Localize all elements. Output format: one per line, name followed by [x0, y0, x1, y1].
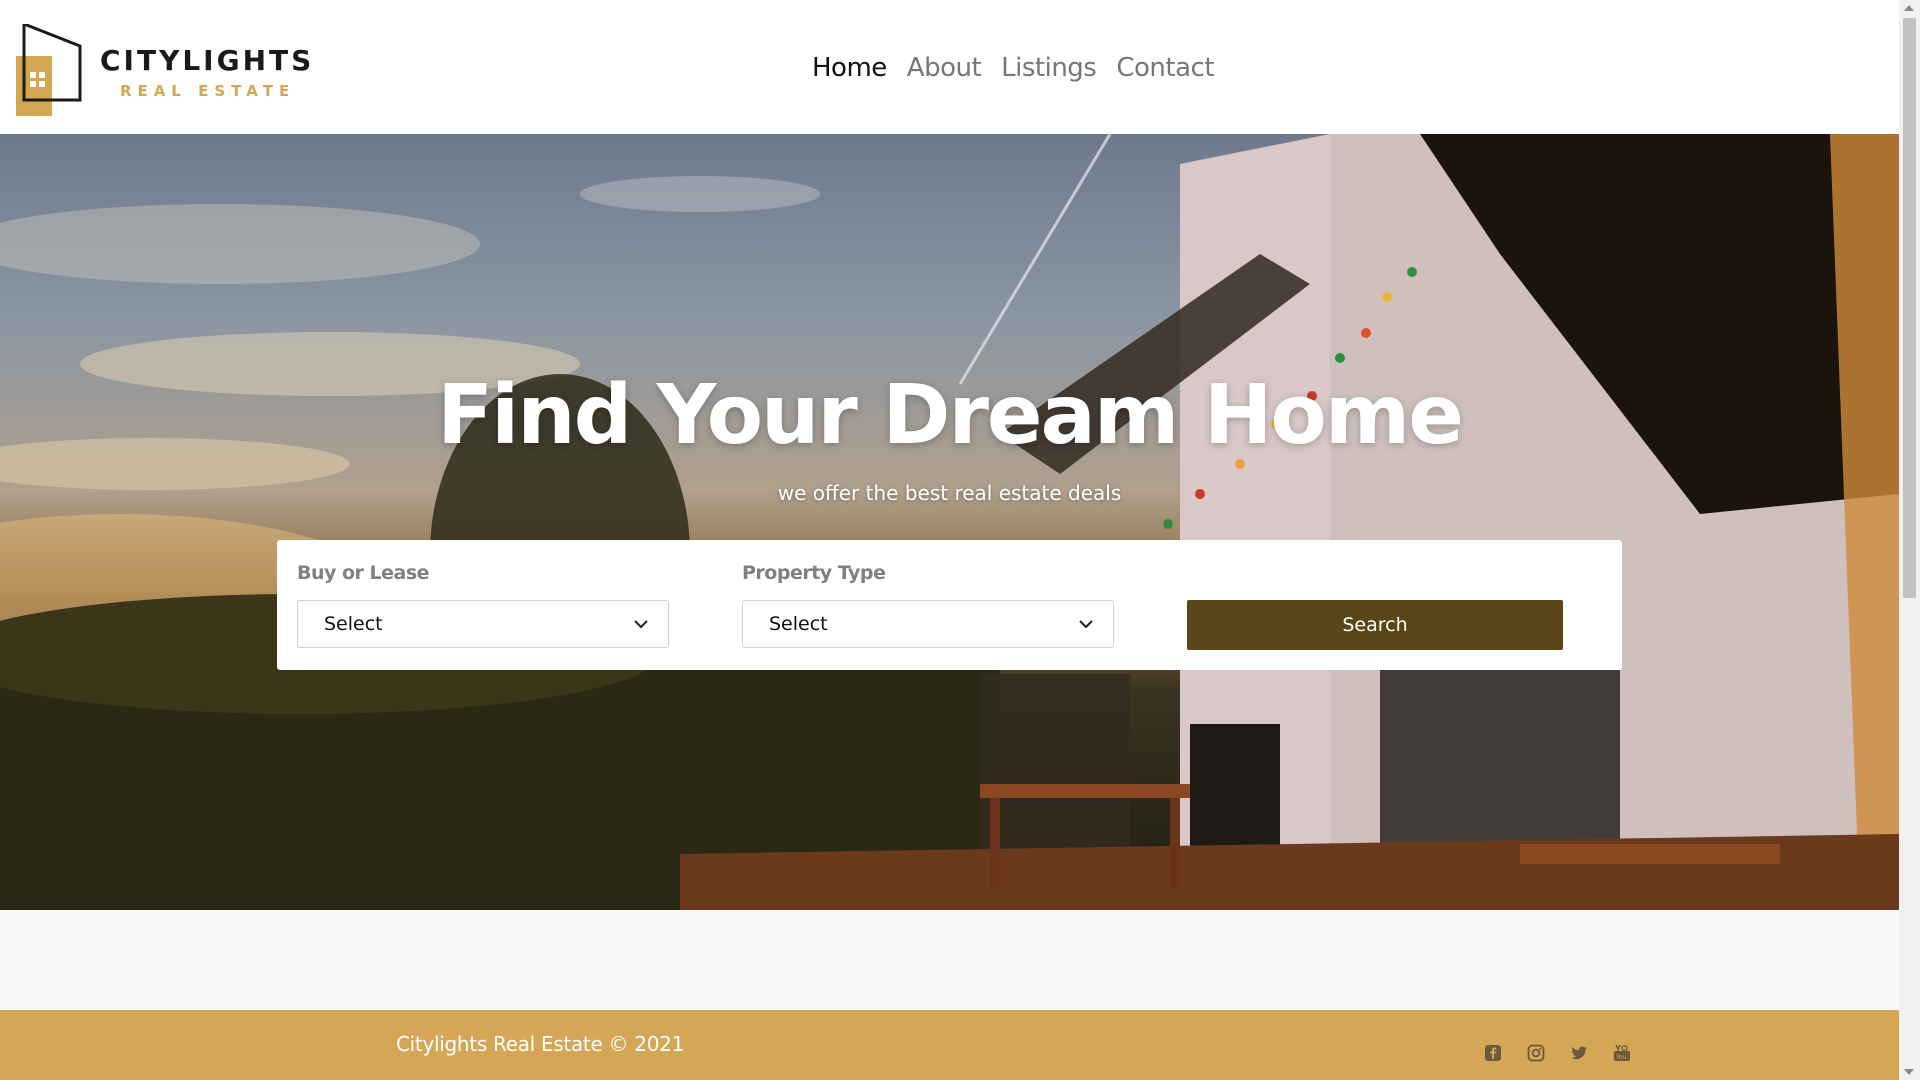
instagram-icon[interactable] [1527, 1044, 1545, 1062]
buy-or-lease-value: Select [324, 613, 383, 635]
page-scrollbar[interactable] [1899, 0, 1920, 1080]
house-photo-background [0, 134, 1899, 910]
nav-contact-link[interactable]: Contact [1116, 53, 1214, 83]
twitter-icon[interactable] [1570, 1044, 1588, 1062]
hero-title: Find Your Dream Home [437, 368, 1464, 463]
social-links: You [1484, 1044, 1631, 1062]
search-button[interactable]: Search [1187, 600, 1563, 650]
building-logo-icon [16, 24, 82, 116]
buy-or-lease-label: Buy or Lease [297, 562, 430, 584]
main-nav: Home About Listings Contact [812, 48, 1215, 88]
property-type-select[interactable]: Select [742, 600, 1114, 648]
chevron-down-icon [1079, 620, 1093, 629]
scrollbar-thumb[interactable] [1903, 18, 1916, 598]
brand-tagline: REAL ESTATE [120, 82, 296, 100]
scroll-up-arrow-icon[interactable] [1904, 5, 1914, 11]
facebook-icon[interactable] [1484, 1044, 1502, 1062]
footer-copyright: Citylights Real Estate © 2021 [396, 1032, 684, 1056]
nav-home-link[interactable]: Home [812, 53, 887, 83]
hero-banner: Find Your Dream Home we offer the best r… [0, 134, 1899, 910]
brand-logo[interactable]: CITYLIGHTS REAL ESTATE [16, 24, 311, 120]
youtube-icon[interactable]: You [1613, 1044, 1631, 1062]
scroll-down-arrow-icon[interactable] [1904, 1069, 1914, 1075]
hero-subtitle: we offer the best real estate deals [777, 481, 1122, 505]
property-search-form: Buy or Lease Select Property Type Select… [277, 540, 1622, 670]
buy-or-lease-select[interactable]: Select [297, 600, 669, 648]
svg-text:You: You [1615, 1054, 1627, 1061]
property-type-value: Select [769, 613, 828, 635]
nav-about-link[interactable]: About [907, 53, 982, 83]
brand-name: CITYLIGHTS [100, 44, 315, 77]
chevron-down-icon [634, 620, 648, 629]
nav-listings-link[interactable]: Listings [1001, 53, 1097, 83]
site-footer: Citylights Real Estate © 2021 You [0, 1010, 1899, 1080]
property-type-label: Property Type [742, 562, 886, 584]
site-header: CITYLIGHTS REAL ESTATE Home About Listin… [0, 0, 1899, 134]
